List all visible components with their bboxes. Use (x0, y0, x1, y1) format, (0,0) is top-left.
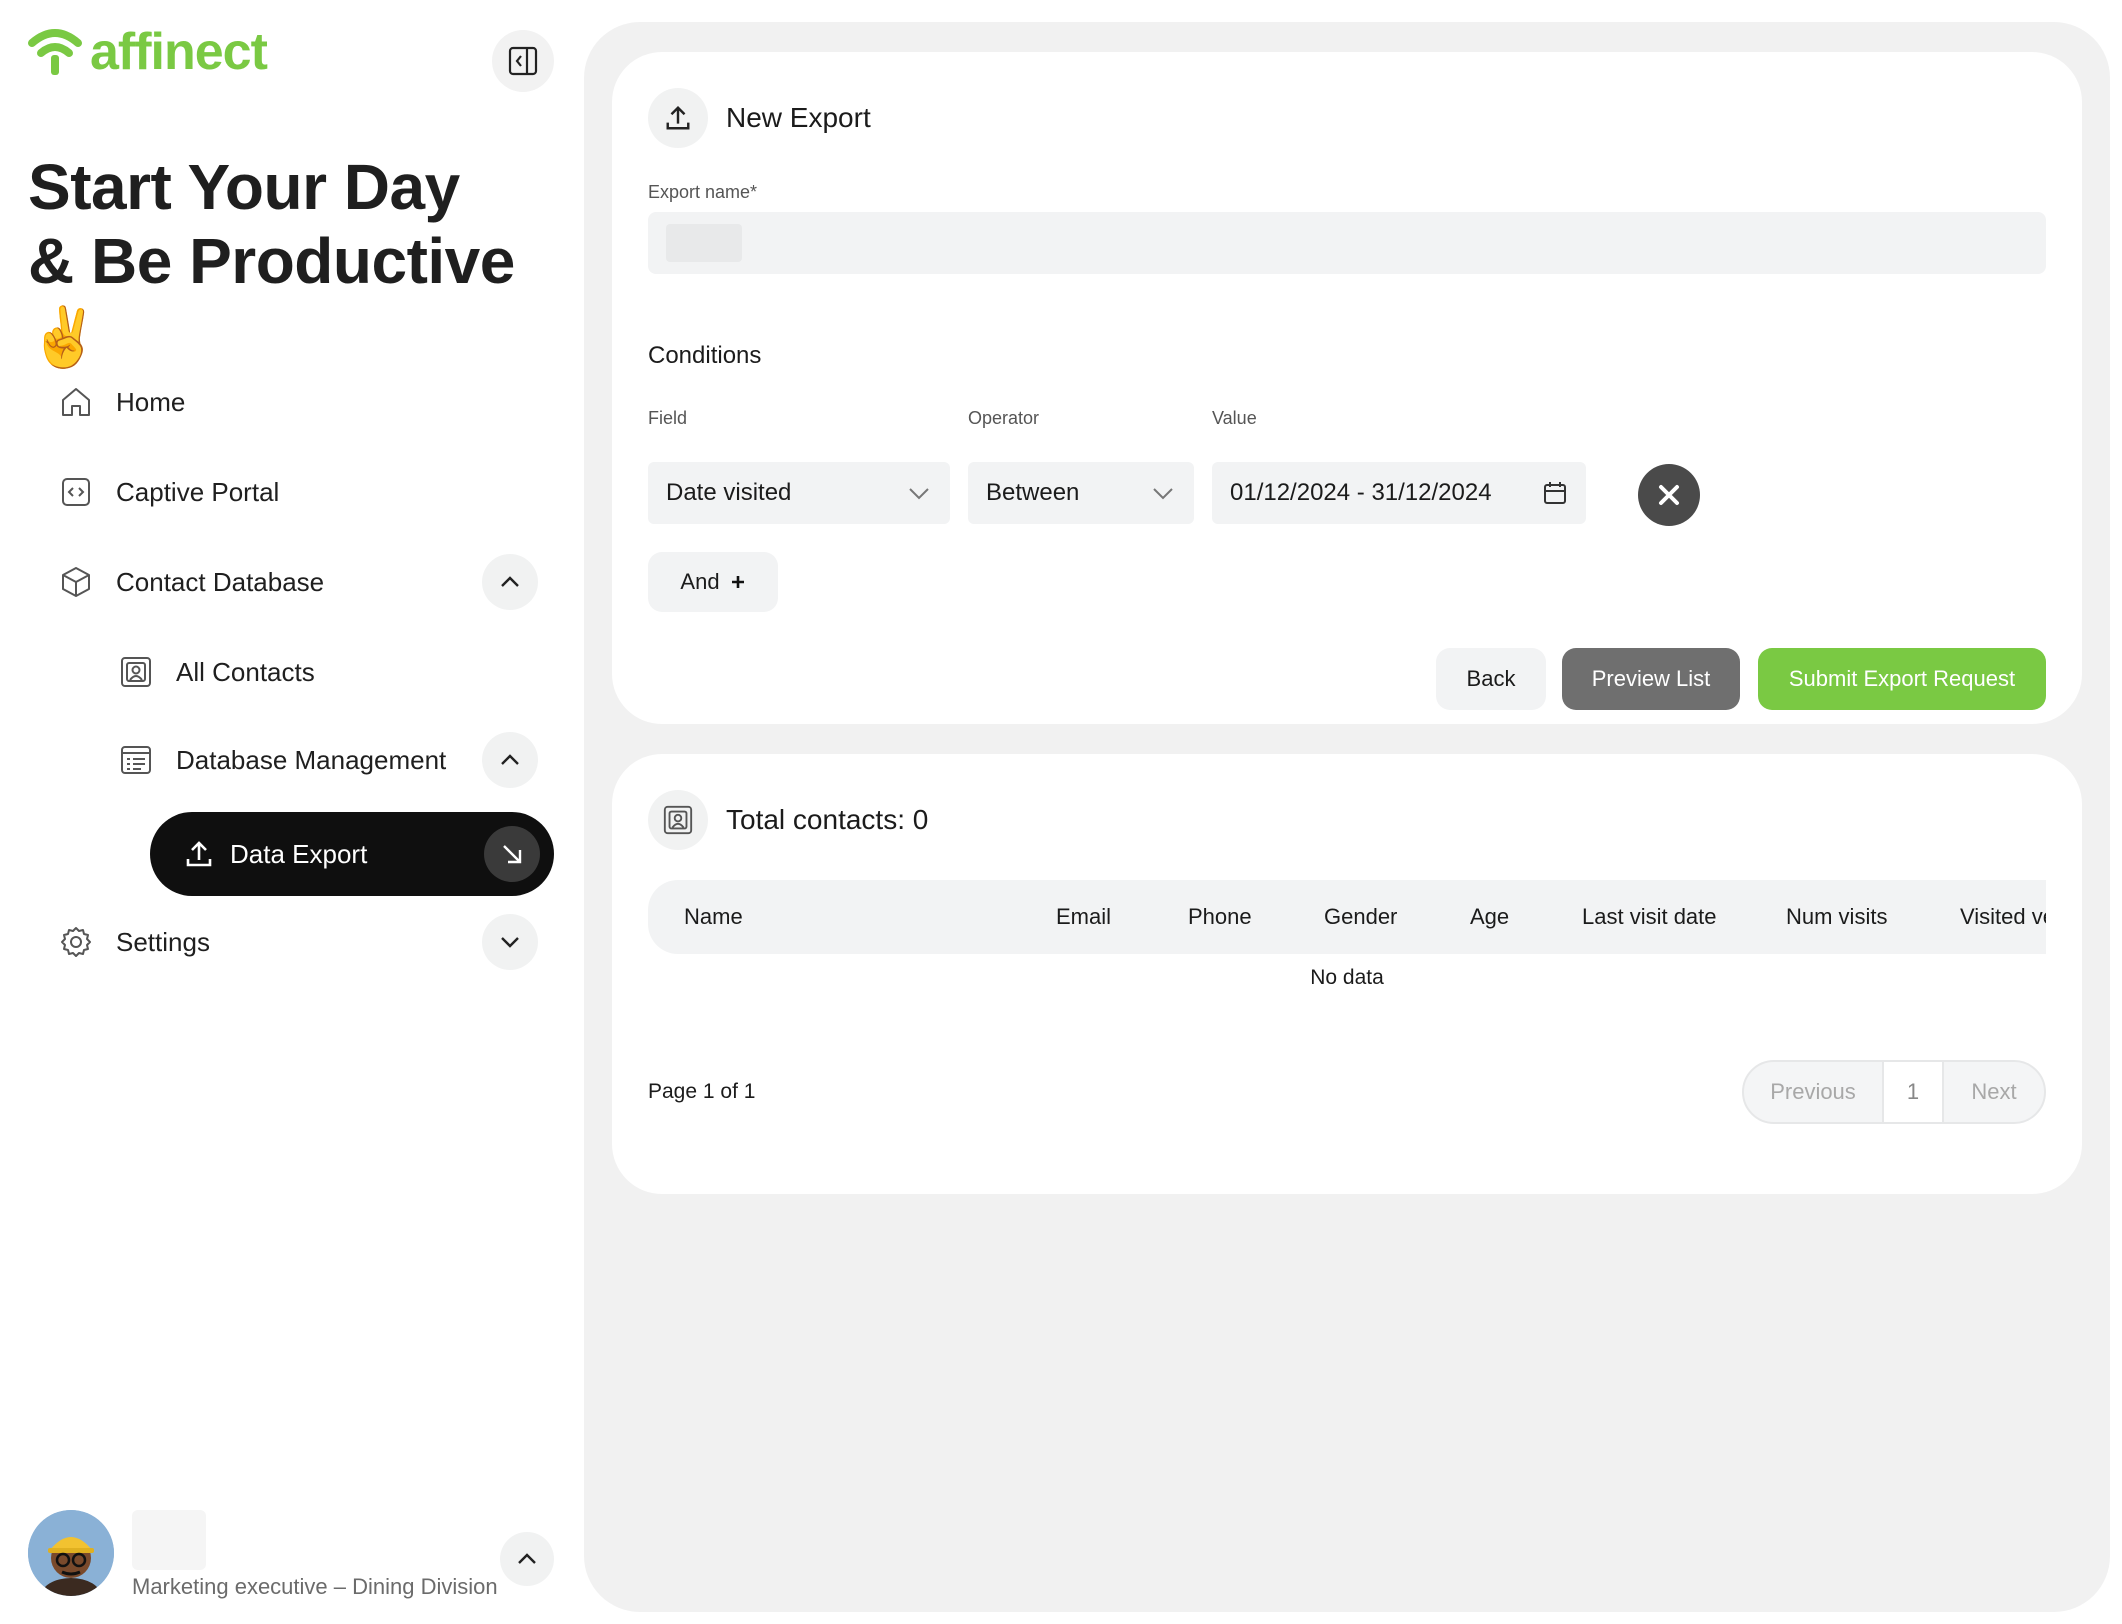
nav-item-settings[interactable]: Settings (56, 912, 210, 972)
and-button-label: And (680, 569, 720, 594)
empty-table-message: No data (1310, 966, 1384, 989)
chevron-up-icon (501, 754, 519, 765)
export-name-input[interactable] (648, 212, 2046, 274)
date-range-input[interactable]: 01/12/2024 - 31/12/2024 (1212, 462, 1586, 524)
nav-label-database-management: Database Management (176, 744, 447, 775)
column-header-age[interactable]: Age (1470, 904, 1509, 930)
settings-expand-button[interactable] (482, 914, 538, 970)
brand-logo[interactable]: affinect (28, 23, 268, 81)
greeting-heading: Start Your Day & Be Productive ✌️ (28, 150, 580, 375)
close-icon (1659, 485, 1679, 505)
nav-label-data-export: Data Export (230, 838, 368, 869)
next-page-button[interactable]: Next (1944, 1062, 2044, 1122)
operator-select[interactable]: Between (968, 462, 1194, 524)
add-and-condition-button[interactable]: And (648, 552, 778, 612)
contact-database-collapse-button[interactable] (482, 554, 538, 610)
nav-label-home: Home (116, 386, 186, 417)
export-name-redacted (666, 224, 742, 262)
column-header-visited-venues[interactable]: Visited ve (1960, 904, 2046, 930)
page-info: Page 1 of 1 (648, 1080, 756, 1103)
user-role: Marketing executive – Dining Division (132, 1574, 498, 1599)
nav-label-contact-database: Contact Database (116, 566, 325, 597)
field-select-value: Date visited (666, 479, 792, 506)
new-export-card: New Export Export name* Conditions Field… (612, 52, 2082, 724)
results-header-icon-wrap (648, 790, 708, 850)
pagination: Previous 1 Next (1742, 1060, 2046, 1124)
column-header-name[interactable]: Name (684, 904, 743, 930)
column-header-last-visit-date[interactable]: Last visit date (1582, 904, 1717, 930)
remove-condition-button[interactable] (1638, 464, 1700, 526)
export-header-icon-wrap (648, 88, 708, 148)
back-button[interactable]: Back (1436, 648, 1546, 710)
arrow-down-right-icon (503, 845, 522, 864)
nav-label-captive-portal: Captive Portal (116, 476, 280, 507)
main-panel: New Export Export name* Conditions Field… (584, 22, 2110, 1612)
nav-item-contact-database[interactable]: Contact Database (56, 552, 324, 612)
calendar-icon[interactable] (1542, 480, 1568, 506)
gear-icon (56, 922, 96, 962)
nav-label-settings: Settings (116, 926, 210, 957)
export-name-label: Export name* (648, 182, 758, 202)
sidebar-collapse-icon (508, 46, 538, 76)
code-window-icon (56, 472, 96, 512)
column-header-gender[interactable]: Gender (1324, 904, 1397, 930)
collapse-sidebar-button[interactable] (492, 30, 554, 92)
upload-icon (186, 841, 212, 867)
user-profile[interactable]: Marketing executive – Dining Division (28, 1510, 558, 1600)
sidebar: affinect Start Your Day & Be Productive … (0, 0, 580, 1624)
chevron-down-icon (909, 488, 929, 500)
operator-column-label: Operator (968, 408, 1040, 428)
column-header-phone[interactable]: Phone (1188, 904, 1252, 930)
data-export-open-button[interactable] (484, 826, 540, 882)
contact-card-icon (116, 652, 156, 692)
upload-icon (666, 106, 690, 130)
column-header-num-visits[interactable]: Num visits (1786, 904, 1887, 930)
database-management-collapse-button[interactable] (482, 732, 538, 788)
page-number-button[interactable]: 1 (1884, 1062, 1944, 1122)
nav-item-database-management[interactable]: Database Management (116, 730, 446, 790)
nav-item-home[interactable]: Home (56, 372, 185, 432)
new-export-title: New Export (726, 102, 871, 133)
value-column-label: Value (1212, 408, 1257, 428)
home-icon (56, 382, 96, 422)
chevron-down-icon (1153, 488, 1173, 500)
table-header: Name Email Phone Gender Age Last visit d… (648, 880, 2046, 954)
submit-export-request-button[interactable]: Submit Export Request (1758, 648, 2046, 710)
list-document-icon (116, 740, 156, 780)
field-select[interactable]: Date visited (648, 462, 950, 524)
field-column-label: Field (648, 408, 688, 428)
greeting-line-1: Start Your Day (28, 151, 460, 223)
column-header-email[interactable]: Email (1056, 904, 1111, 930)
preview-list-button[interactable]: Preview List (1562, 648, 1740, 710)
plus-icon (731, 576, 744, 588)
total-contacts-title: Total contacts: 0 (726, 804, 929, 835)
cube-icon (56, 562, 96, 602)
operator-select-value: Between (986, 479, 1080, 506)
chevron-up-icon (518, 1553, 536, 1564)
nav-item-all-contacts[interactable]: All Contacts (116, 642, 315, 702)
chevron-down-icon (501, 937, 519, 948)
greeting-line-2: & Be Productive (28, 225, 515, 297)
chevron-up-icon (501, 576, 519, 587)
wifi-logo-icon (28, 29, 82, 75)
nav-item-data-export[interactable]: Data Export (150, 812, 554, 896)
user-name-redacted (132, 1510, 206, 1570)
brand-name: affinect (90, 23, 268, 81)
user-menu-button[interactable] (500, 1532, 554, 1586)
results-card: Total contacts: 0 Name Email Phone Gende… (612, 754, 2082, 1194)
nav-item-captive-portal[interactable]: Captive Portal (56, 462, 279, 522)
avatar (28, 1510, 114, 1596)
nav-label-all-contacts: All Contacts (176, 656, 315, 687)
victory-hand-icon: ✌️ (28, 305, 100, 370)
conditions-title: Conditions (648, 342, 762, 369)
contact-card-icon (663, 805, 693, 835)
previous-page-button[interactable]: Previous (1744, 1062, 1884, 1122)
date-range-value: 01/12/2024 - 31/12/2024 (1230, 479, 1492, 506)
